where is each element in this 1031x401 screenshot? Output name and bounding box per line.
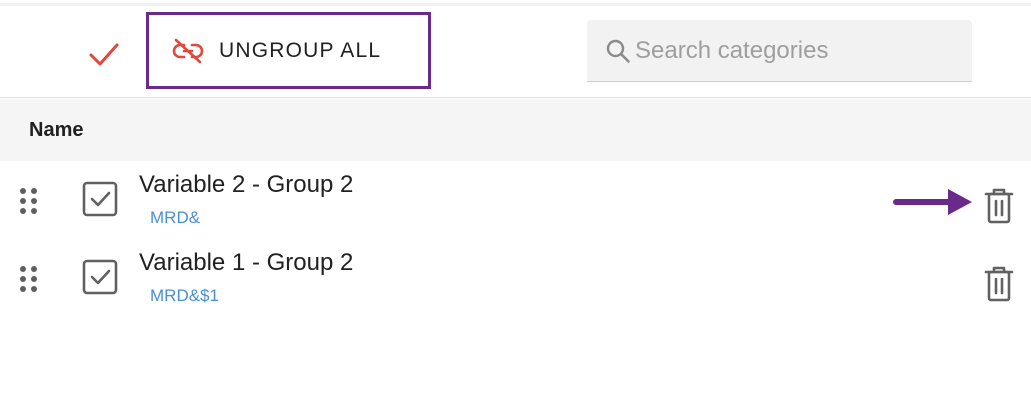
- annotation-arrow-icon: [893, 189, 972, 215]
- row-subtitle: MRD&: [150, 208, 201, 227]
- link-off-icon: [172, 38, 204, 63]
- toolbar: UNGROUP ALL: [0, 6, 1031, 98]
- column-header-name[interactable]: Name: [29, 119, 83, 142]
- table-row[interactable]: Variable 2 - Group 2 MRD&: [0, 162, 1031, 240]
- row-title: Variable 2 - Group 2: [139, 171, 354, 198]
- trash-icon[interactable]: [983, 264, 1015, 304]
- table-row[interactable]: Variable 1 - Group 2 MRD&$1: [0, 240, 1031, 318]
- ungroup-all-label: UNGROUP ALL: [219, 38, 382, 62]
- trash-icon[interactable]: [983, 186, 1015, 226]
- drag-handle-icon[interactable]: [19, 265, 39, 293]
- check-icon: [89, 43, 119, 66]
- drag-handle-icon[interactable]: [19, 187, 39, 215]
- search-icon: [606, 39, 630, 63]
- search-input[interactable]: [635, 36, 955, 65]
- row-checkbox[interactable]: [82, 259, 118, 295]
- ungroup-all-button[interactable]: UNGROUP ALL: [146, 12, 431, 89]
- row-checkbox[interactable]: [82, 181, 118, 217]
- confirm-button[interactable]: [84, 34, 124, 74]
- search-field[interactable]: [587, 20, 972, 82]
- table-header: Name: [0, 99, 1031, 161]
- row-title: Variable 1 - Group 2: [139, 249, 354, 276]
- row-subtitle: MRD&$1: [150, 286, 219, 305]
